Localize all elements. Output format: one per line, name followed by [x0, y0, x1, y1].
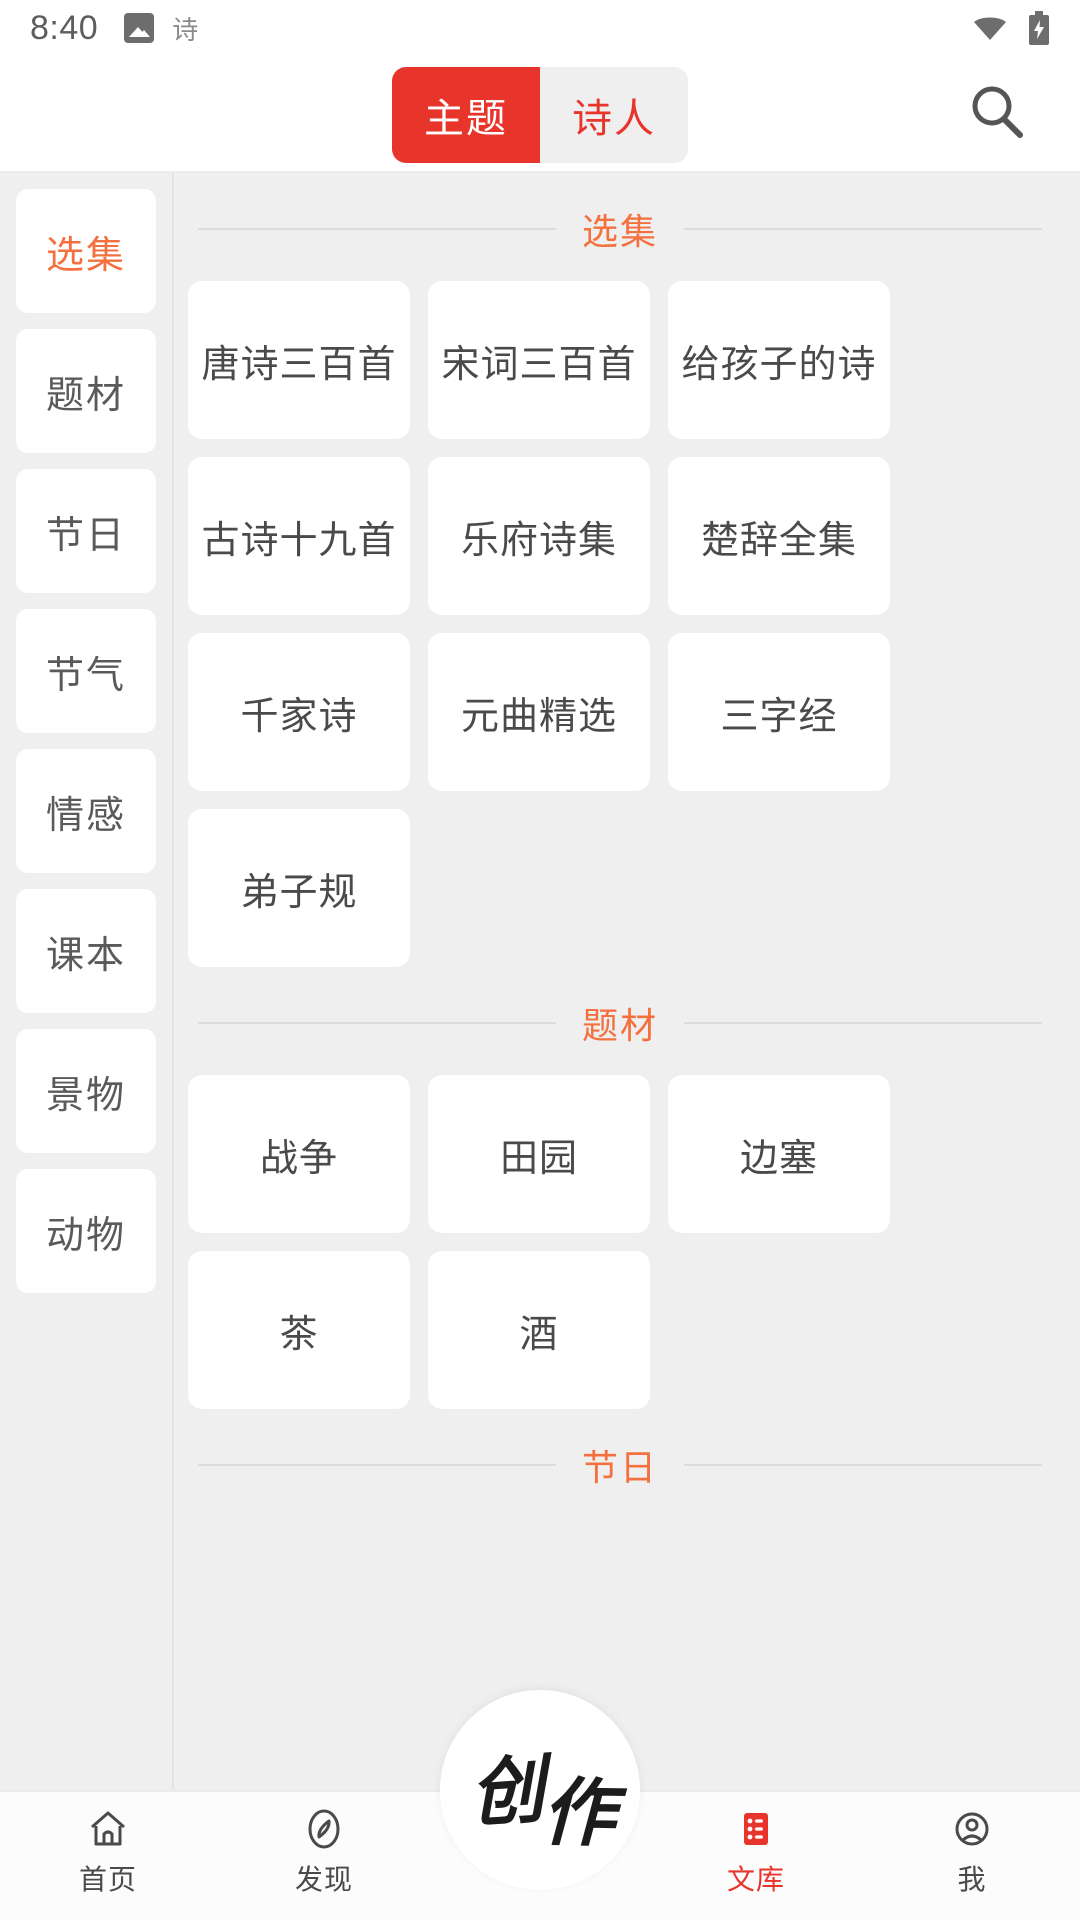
- section-header-xuanji: 选集: [184, 173, 1056, 281]
- sidebar-item-ticai[interactable]: 题材: [16, 329, 156, 453]
- sidebar-item-jingwu[interactable]: 景物: [16, 1029, 156, 1153]
- wifi-icon: [972, 14, 1008, 42]
- section-divider-right: [684, 228, 1043, 230]
- tab-poet[interactable]: 诗人: [540, 66, 688, 163]
- tile-grid-xuanji: 唐诗三百首 宋词三百首 给孩子的诗 古诗十九首 乐府诗集 楚辞全集 千家诗 元曲…: [184, 281, 1056, 967]
- fab-char-1: 创: [467, 1746, 543, 1838]
- tile-item[interactable]: 元曲精选: [428, 633, 650, 791]
- section-divider-right: [684, 1022, 1043, 1024]
- compass-icon: [302, 1806, 346, 1852]
- search-icon: [966, 81, 1028, 148]
- app-header: 主题 诗人: [0, 56, 1080, 173]
- tab-theme[interactable]: 主题: [392, 66, 540, 163]
- tile-item[interactable]: 战争: [188, 1075, 410, 1233]
- tile-item[interactable]: 边塞: [668, 1075, 890, 1233]
- fab-char-2: 作: [540, 1769, 613, 1857]
- sidebar-item-jieqi[interactable]: 节气: [16, 609, 156, 733]
- section-title: 选集: [582, 211, 659, 252]
- notification-app-label: 诗: [172, 14, 199, 45]
- tile-item[interactable]: 楚辞全集: [668, 457, 890, 615]
- sidebar-item-dongwu[interactable]: 动物: [16, 1169, 156, 1293]
- sidebar-item-jieri[interactable]: 节日: [16, 469, 156, 593]
- nav-item-profile[interactable]: 我: [864, 1792, 1080, 1898]
- search-button[interactable]: [962, 80, 1032, 150]
- sidebar-item-xuanji[interactable]: 选集: [16, 189, 156, 313]
- status-notifications: 诗: [124, 10, 198, 47]
- segmented-tabs: 主题 诗人: [392, 66, 688, 163]
- nav-item-discover[interactable]: 发现: [216, 1792, 432, 1898]
- body: 选集 题材 节日 节气 情感 课本 景物 动物 选集 唐诗三百首 宋词三百首 给…: [0, 173, 1080, 1790]
- tile-item[interactable]: 茶: [188, 1251, 410, 1409]
- tile-item[interactable]: 乐府诗集: [428, 457, 650, 615]
- status-system-icons: [972, 11, 1050, 45]
- person-icon: [950, 1806, 994, 1852]
- tile-item[interactable]: 三字经: [668, 633, 890, 791]
- tile-grid-ticai: 战争 田园 边塞 茶 酒: [184, 1075, 1056, 1409]
- nav-label: 文库: [726, 1864, 785, 1895]
- status-bar: 8:40 诗: [0, 0, 1080, 56]
- tile-item[interactable]: 古诗十九首: [188, 457, 410, 615]
- fab-label: 创作: [467, 1747, 612, 1857]
- app-screen: 8:40 诗 主题 诗人 选集 题材 节日 节气 情感 课本 景物 动物 选集 …: [0, 0, 1080, 1920]
- tile-item[interactable]: 田园: [428, 1075, 650, 1233]
- tile-item[interactable]: 唐诗三百首: [188, 281, 410, 439]
- nav-item-home[interactable]: 首页: [0, 1792, 216, 1898]
- battery-charging-icon: [1028, 11, 1050, 45]
- section-title: 题材: [582, 1005, 659, 1046]
- library-list-icon: [734, 1806, 778, 1852]
- tile-item[interactable]: 千家诗: [188, 633, 410, 791]
- nav-label: 首页: [78, 1864, 137, 1895]
- section-divider-left: [198, 228, 556, 230]
- section-title: 节日: [582, 1447, 659, 1488]
- nav-label: 我: [957, 1864, 987, 1895]
- nav-item-library[interactable]: 文库: [648, 1792, 864, 1898]
- home-icon: [86, 1806, 130, 1852]
- section-divider-left: [198, 1464, 556, 1466]
- section-divider-left: [198, 1022, 556, 1024]
- tile-item[interactable]: 宋词三百首: [428, 281, 650, 439]
- status-time: 8:40: [30, 8, 99, 47]
- category-sidebar[interactable]: 选集 题材 节日 节气 情感 课本 景物 动物: [0, 173, 174, 1790]
- tile-item[interactable]: 给孩子的诗: [668, 281, 890, 439]
- section-divider-right: [684, 1464, 1043, 1466]
- section-header-jieri: 节日: [184, 1409, 1056, 1517]
- tile-item[interactable]: 酒: [428, 1251, 650, 1409]
- section-header-ticai: 题材: [184, 967, 1056, 1075]
- nav-label: 发现: [294, 1864, 353, 1895]
- content-scroll[interactable]: 选集 唐诗三百首 宋词三百首 给孩子的诗 古诗十九首 乐府诗集 楚辞全集 千家诗…: [174, 173, 1080, 1790]
- create-fab-button[interactable]: 创作: [440, 1690, 640, 1890]
- tile-item[interactable]: 弟子规: [188, 809, 410, 967]
- sidebar-item-qinggan[interactable]: 情感: [16, 749, 156, 873]
- sidebar-item-keben[interactable]: 课本: [16, 889, 156, 1013]
- image-icon: [124, 13, 155, 43]
